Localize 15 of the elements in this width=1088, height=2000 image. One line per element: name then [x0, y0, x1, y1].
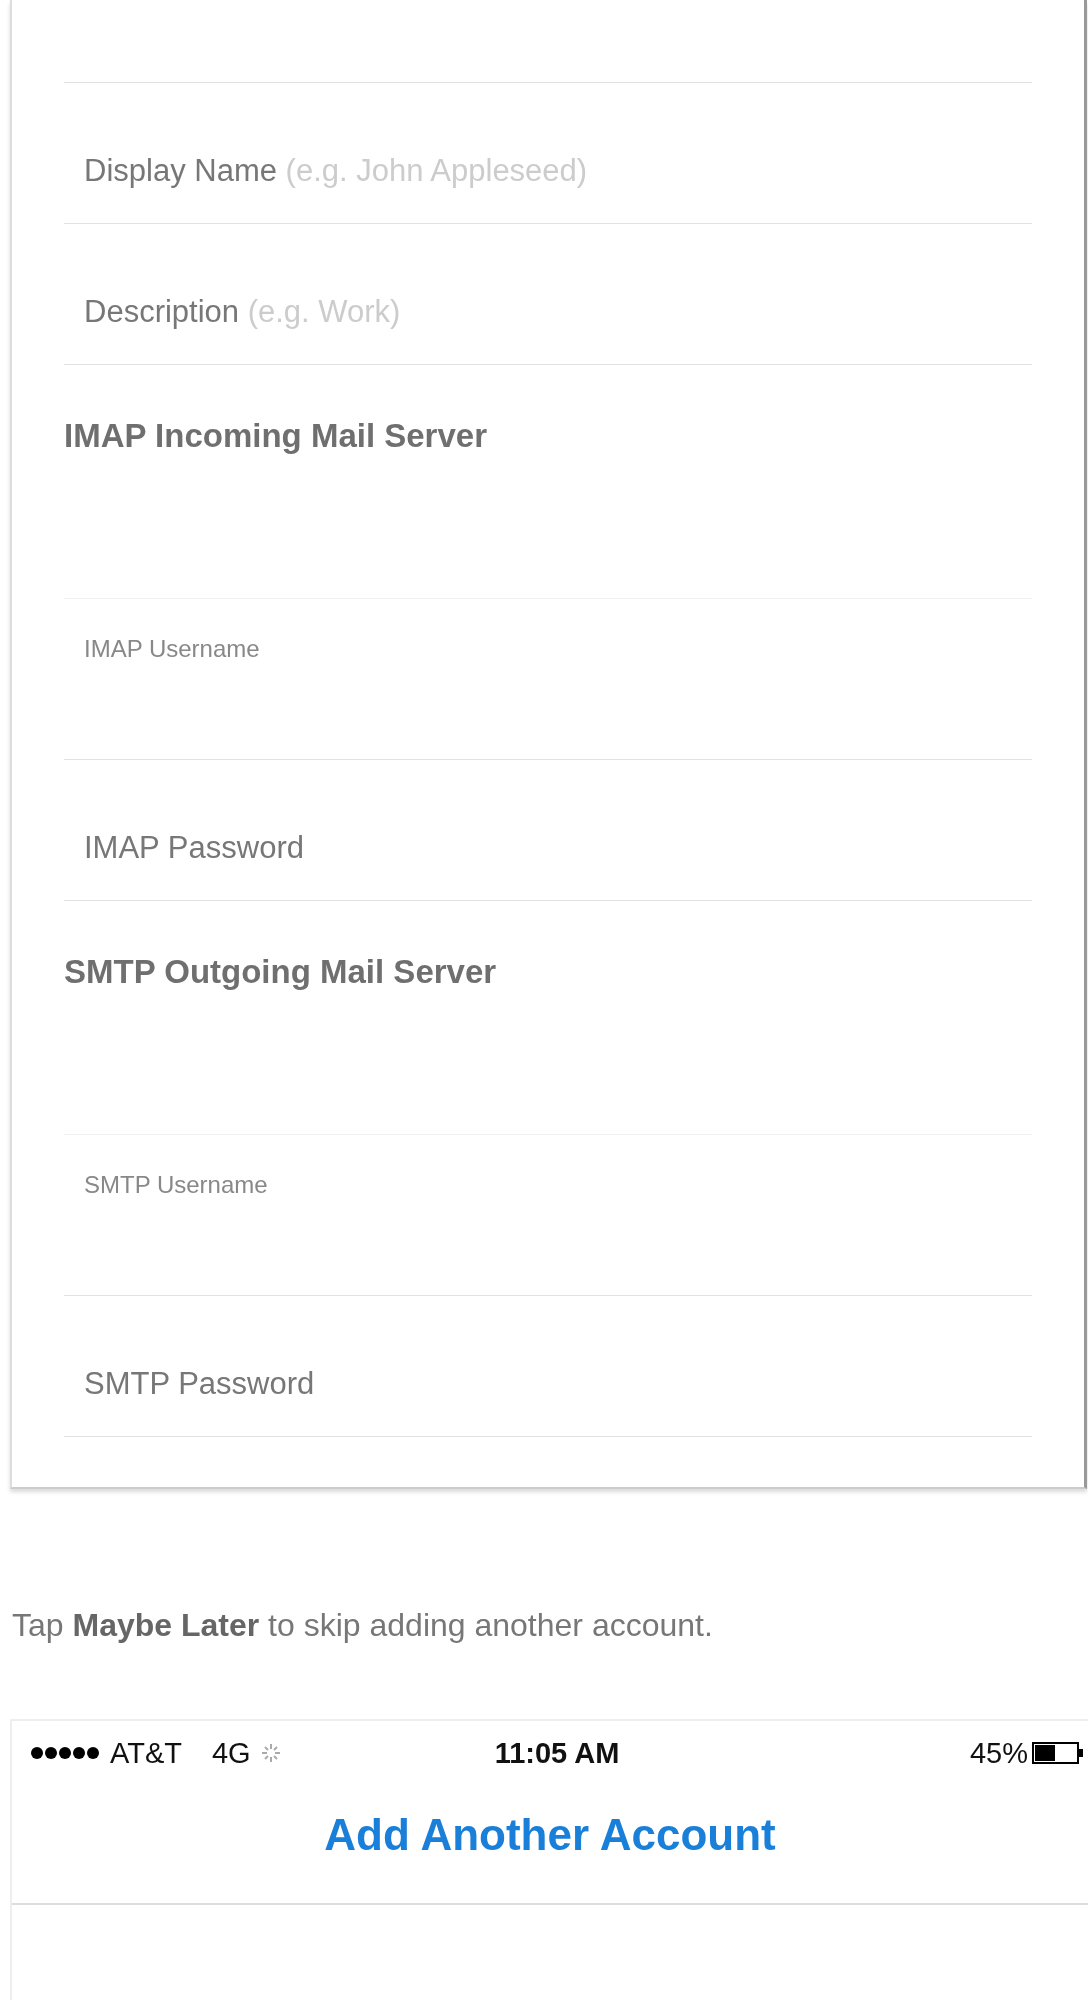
- activity-icon: [260, 1743, 281, 1763]
- section-header: SMTP Outgoing Mail Server: [64, 952, 497, 991]
- signal-icon: [30, 1746, 100, 1760]
- battery-text: 45%: [969, 1736, 1028, 1770]
- carrier-text: AT&T: [110, 1736, 182, 1770]
- input-field[interactable]: IMAP Password: [64, 830, 324, 900]
- instruction-text: Tap Maybe Later to skip adding another account.: [12, 1607, 714, 1644]
- input-field[interactable]: SMTP Username: [64, 1135, 288, 1233]
- screen-title: Add Another Account: [324, 1810, 776, 1860]
- battery-icon: [1032, 1742, 1084, 1764]
- network-text: 4G: [211, 1736, 251, 1770]
- input-field[interactable]: SMTP Password: [64, 1366, 335, 1436]
- clock-text: 11:05 AM: [494, 1736, 620, 1770]
- input-field[interactable]: IMAP Username: [64, 599, 280, 697]
- section-header: IMAP Incoming Mail Server: [64, 416, 487, 455]
